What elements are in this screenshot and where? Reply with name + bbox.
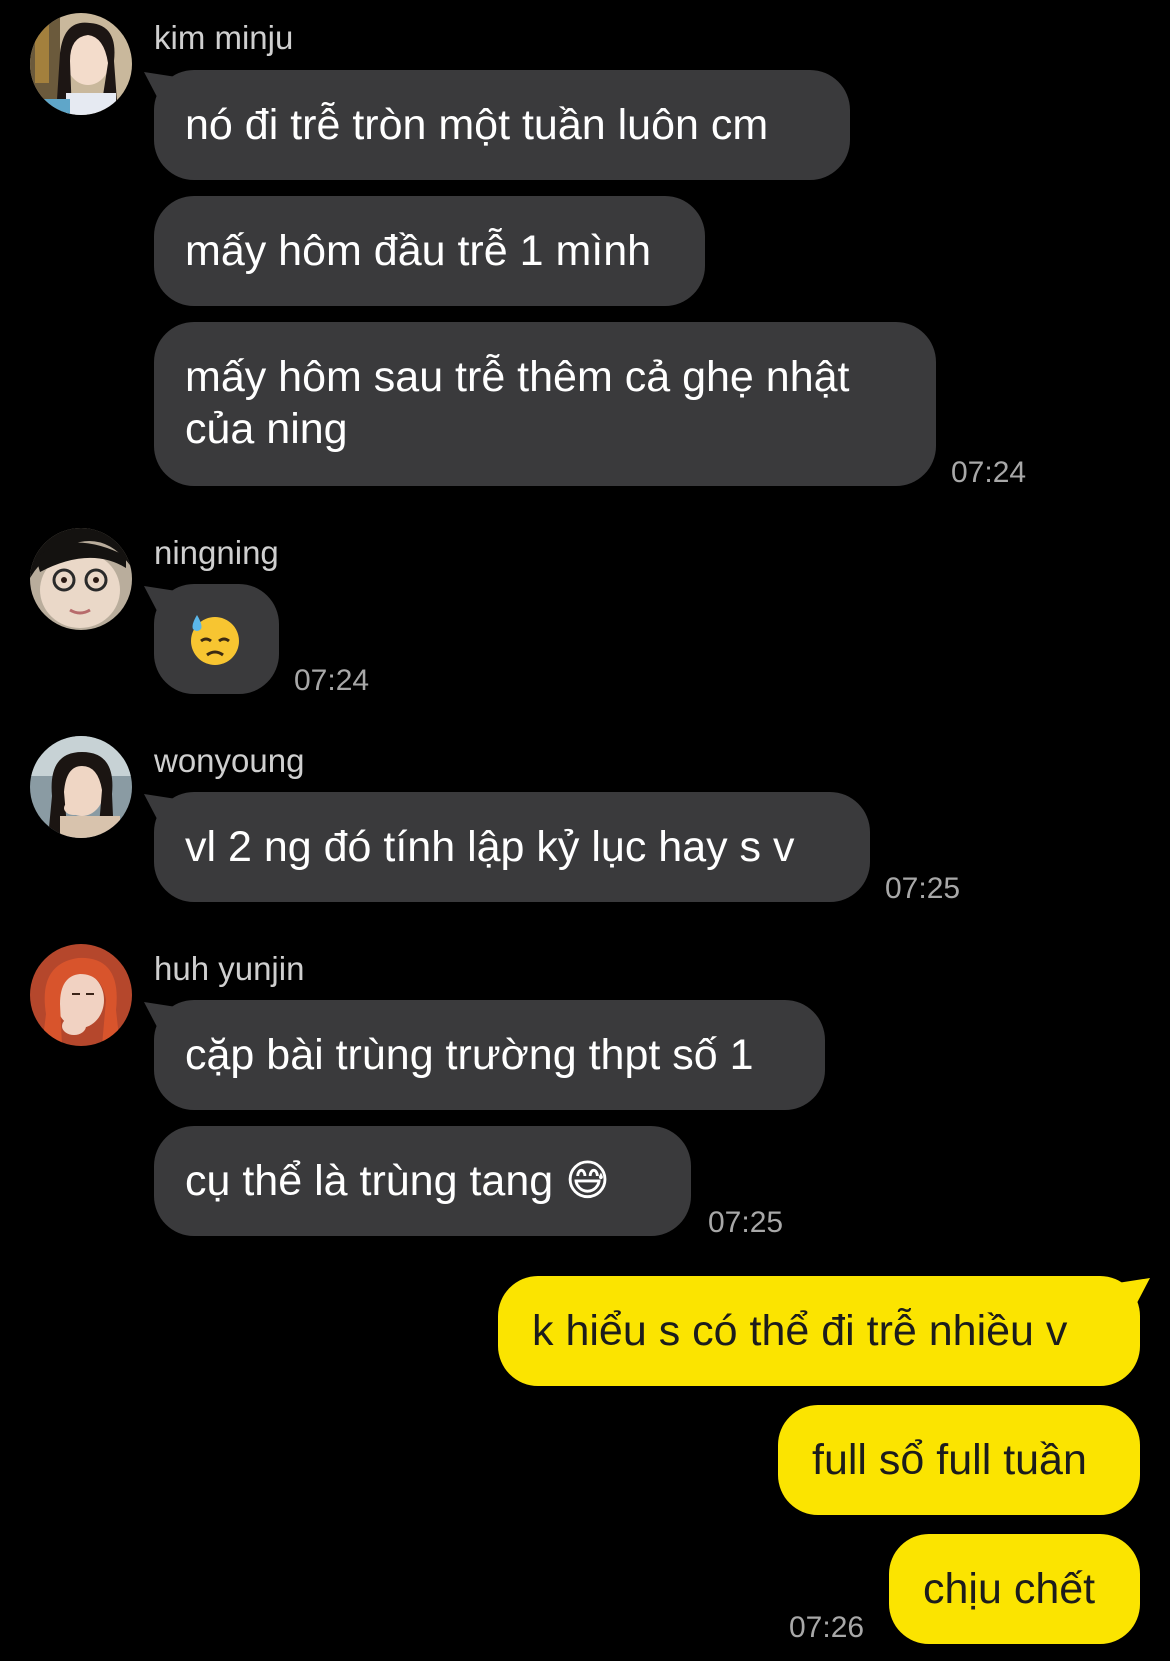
message-bubble[interactable]: nó đi trễ tròn một tuần luôn cm [154,70,850,180]
avatar-huh-yunjin[interactable] [30,944,132,1046]
avatar-photo-icon [30,528,132,630]
avatar-ningning[interactable] [30,528,132,630]
sender-name: huh yunjin [154,950,305,987]
avatar-photo-icon [30,13,132,115]
message-bubble[interactable]: vl 2 ng đó tính lập kỷ lục hay s v [154,792,870,902]
message-bubble-emoji[interactable]: 😓 [154,584,279,694]
message-bubble[interactable]: mấy hôm sau trễ thêm cả ghẹ nhật của nin… [154,322,936,486]
message-timestamp: 07:24 [951,456,1027,489]
message-bubble[interactable]: cụ thể là trùng tang 😅 [154,1126,691,1236]
message-timestamp: 07:25 [708,1206,784,1239]
sender-name: wonyoung [154,742,305,779]
outgoing-message-bubble[interactable]: k hiểu s có thể đi trễ nhiều v [498,1276,1140,1386]
avatar-kim-minju[interactable] [30,13,132,115]
message-timestamp: 07:24 [294,664,370,697]
outgoing-message-bubble[interactable]: full sổ full tuần [778,1405,1140,1515]
outgoing-message-bubble[interactable]: chịu chết [889,1534,1140,1644]
sender-name: ningning [154,534,279,571]
message-timestamp: 07:25 [885,872,961,905]
message-text: cụ thể là trùng tang 😅 [185,1157,610,1205]
message-timestamp: 07:26 [789,1611,865,1644]
avatar-photo-icon [30,944,132,1046]
avatar-wonyoung[interactable] [30,736,132,838]
downcast-sweat-face-icon [187,611,243,679]
message-bubble[interactable]: cặp bài trùng trường thpt số 1 [154,1000,825,1110]
message-bubble[interactable]: mấy hôm đầu trễ 1 mình [154,196,705,306]
avatar-photo-icon [30,736,132,838]
sender-name: kim minju [154,19,294,56]
